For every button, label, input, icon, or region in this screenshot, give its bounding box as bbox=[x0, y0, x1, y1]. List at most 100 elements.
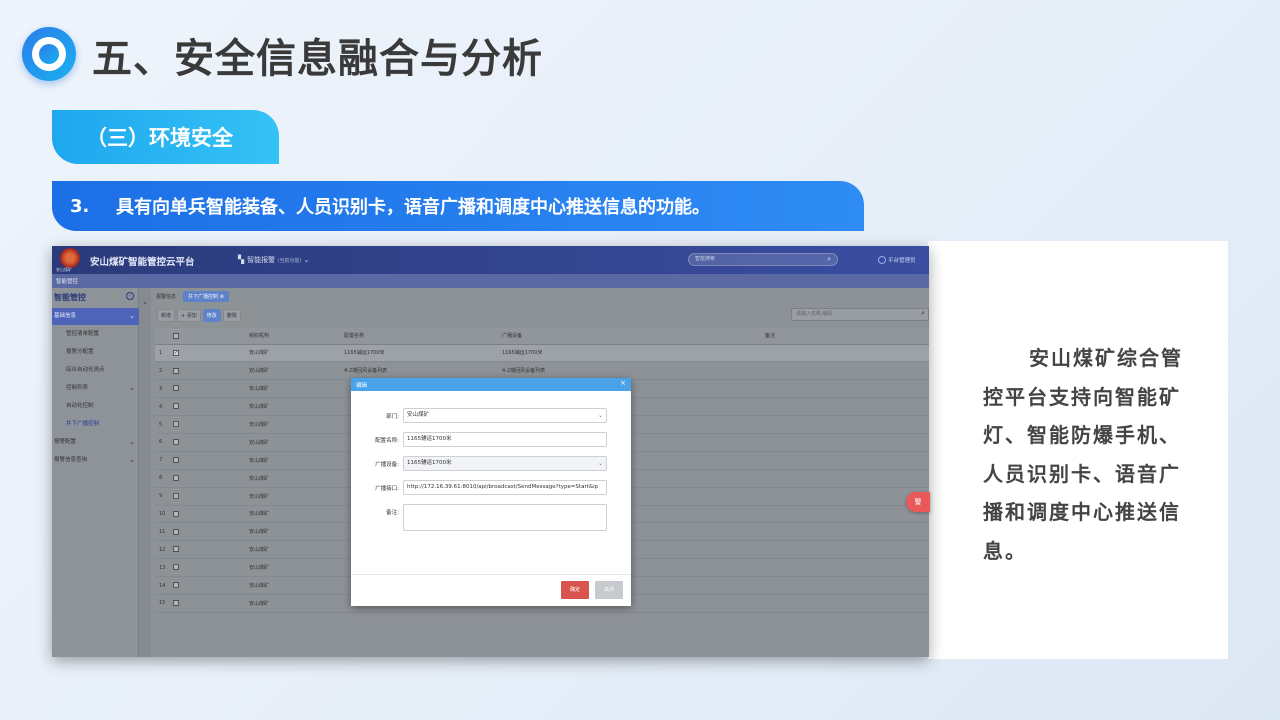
sidebar-item-alarm-query[interactable]: 报警信息查询 ⌄ bbox=[52, 452, 139, 469]
alarm-badge[interactable]: 警 bbox=[906, 492, 930, 512]
cancel-button[interactable]: 关闭 bbox=[595, 581, 623, 599]
row-org: 安山煤矿 bbox=[245, 522, 340, 542]
config-name-input[interactable]: 1165辅运1700米 bbox=[403, 432, 607, 447]
row-checkbox[interactable] bbox=[173, 510, 179, 517]
department-select[interactable]: 安山煤矿 ⌄ bbox=[403, 408, 607, 423]
row-checkbox[interactable] bbox=[173, 403, 179, 410]
row-checkbox[interactable] bbox=[173, 492, 179, 499]
table-search-input[interactable]: 请输入名称,编码 ⌕ bbox=[791, 308, 929, 321]
row-remark bbox=[761, 540, 929, 560]
sidebar-title: 智能管控 bbox=[54, 293, 86, 302]
row-checkbox-cell[interactable]: ✓ bbox=[169, 344, 245, 363]
search-icon[interactable]: ⌕ bbox=[921, 308, 925, 319]
row-checkbox[interactable] bbox=[173, 582, 179, 589]
interface-input[interactable]: http://172.16.39.61:8010/api/broadcast/S… bbox=[403, 480, 607, 495]
refresh-button[interactable]: 新增 bbox=[157, 309, 176, 322]
row-checkbox[interactable] bbox=[173, 421, 179, 428]
sidebar-item-label: 自动化控制 bbox=[66, 403, 94, 409]
close-icon[interactable]: × bbox=[620, 379, 626, 387]
row-checkbox[interactable] bbox=[173, 546, 179, 553]
collapse-icon[interactable]: ‹ bbox=[126, 292, 134, 300]
row-checkbox[interactable] bbox=[173, 385, 179, 392]
row-remark bbox=[761, 522, 929, 542]
tab-broadcast-control[interactable]: 井下广播控制 ⊗ bbox=[183, 291, 229, 302]
sidebar-item-broadcast-control[interactable]: 井下广播控制 bbox=[52, 416, 139, 433]
row-remark bbox=[761, 594, 929, 613]
row-index: 4 bbox=[155, 397, 169, 417]
row-index: 14 bbox=[155, 576, 169, 595]
sidebar-item-alarm-score[interactable]: 报警分配置 bbox=[52, 344, 139, 361]
field-row-config-name: 配置名称: 1165辅运1700米 bbox=[351, 432, 631, 448]
search-icon[interactable]: ⌕ bbox=[827, 254, 831, 265]
edit-button[interactable]: 修改 bbox=[202, 309, 221, 322]
row-checkbox[interactable] bbox=[173, 528, 179, 535]
expand-icon[interactable]: » bbox=[139, 288, 151, 657]
add-button[interactable]: + 添加 bbox=[177, 309, 201, 322]
dialog-header: 编辑 × bbox=[351, 378, 631, 391]
tab-alarm-info[interactable]: 报警信息 bbox=[151, 291, 181, 302]
row-checkbox-cell[interactable] bbox=[169, 433, 245, 452]
select-all-checkbox[interactable] bbox=[173, 332, 179, 339]
user-name: 平台管理员 bbox=[888, 258, 916, 264]
chevron-down-icon: ⌄ bbox=[597, 460, 603, 467]
description-card: 安山煤矿综合管控平台支持向智能矿灯、智能防爆手机、人员识别卡、语音广播和调度中心… bbox=[928, 241, 1228, 659]
user-menu[interactable]: 平台管理员 bbox=[878, 256, 916, 264]
row-checkbox-cell[interactable] bbox=[169, 540, 245, 560]
row-index: 12 bbox=[155, 540, 169, 560]
row-org: 安山煤矿 bbox=[245, 379, 340, 399]
delete-button[interactable]: 删除 bbox=[222, 309, 241, 322]
row-checkbox-cell[interactable] bbox=[169, 469, 245, 488]
row-checkbox[interactable]: ✓ bbox=[173, 349, 179, 356]
module-switcher[interactable]: ▚ 智能报警 (当前功能) ⌄ bbox=[238, 255, 309, 265]
row-checkbox-cell[interactable] bbox=[169, 487, 245, 506]
emblem-caption: 安山煤矿 bbox=[56, 267, 72, 272]
sidebar-item-control-list[interactable]: 控制列表 ⌄ bbox=[52, 380, 139, 397]
row-remark bbox=[761, 576, 929, 595]
row-org: 安山煤矿 bbox=[245, 451, 340, 470]
row-checkbox[interactable] bbox=[173, 474, 179, 481]
row-checkbox[interactable] bbox=[173, 600, 179, 607]
row-checkbox-cell[interactable] bbox=[169, 558, 245, 578]
row-remark bbox=[761, 397, 929, 417]
logo-icon bbox=[22, 27, 76, 81]
sidebar-item-basic[interactable]: 基础信息 ⌄ bbox=[52, 308, 139, 325]
top-search-input[interactable]: 智能搜索 ⌕ bbox=[688, 253, 838, 266]
row-checkbox-cell[interactable] bbox=[169, 576, 245, 595]
item-banner: 3. 具有向单兵智能装备、人员识别卡，语音广播和调度中心推送信息的功能。 bbox=[52, 181, 864, 231]
row-checkbox[interactable] bbox=[173, 564, 179, 571]
col-config-name: 配置名称 bbox=[340, 328, 498, 345]
sidebar-item-auto-control[interactable]: 自动化控制 bbox=[52, 398, 139, 415]
top-search-placeholder: 智能搜索 bbox=[695, 256, 716, 262]
row-device: 1165辅运1700米 bbox=[498, 344, 761, 363]
row-index: 2 bbox=[155, 361, 169, 381]
page-title: 五、安全信息融合与分析 bbox=[92, 36, 543, 82]
row-checkbox-cell[interactable] bbox=[169, 451, 245, 470]
remark-textarea[interactable] bbox=[403, 504, 607, 531]
table-row[interactable]: 1 ✓ 安山煤矿 1165辅运1700米 1165辅运1700米 bbox=[155, 344, 929, 363]
sidebar-item-checklist[interactable]: 管控清单配置 bbox=[52, 326, 139, 343]
row-index: 8 bbox=[155, 469, 169, 488]
row-checkbox-cell[interactable] bbox=[169, 522, 245, 542]
row-remark bbox=[761, 558, 929, 578]
row-checkbox-cell[interactable] bbox=[169, 594, 245, 613]
row-checkbox-cell[interactable] bbox=[169, 505, 245, 524]
sidebar-item-alarm-config[interactable]: 报警配置 ⌄ bbox=[52, 434, 139, 451]
field-value: 1165辅运1700米 bbox=[407, 460, 452, 466]
device-select[interactable]: 1165辅运1700米 ⌄ bbox=[403, 456, 607, 471]
field-row-device: 广播设备: 1165辅运1700米 ⌄ bbox=[351, 456, 631, 472]
row-checkbox-cell[interactable] bbox=[169, 361, 245, 381]
row-checkbox-cell[interactable] bbox=[169, 379, 245, 399]
row-checkbox[interactable] bbox=[173, 439, 179, 446]
row-checkbox-cell[interactable] bbox=[169, 397, 245, 417]
field-row-department: 部门: 安山煤矿 ⌄ bbox=[351, 408, 631, 424]
sidebar-item-automation-points[interactable]: 综合自动化测点 bbox=[52, 362, 139, 379]
row-remark bbox=[761, 344, 929, 363]
confirm-button[interactable]: 确定 bbox=[561, 581, 589, 599]
row-checkbox[interactable] bbox=[173, 367, 179, 374]
user-icon bbox=[878, 256, 886, 264]
row-checkbox[interactable] bbox=[173, 457, 179, 464]
row-checkbox-cell[interactable] bbox=[169, 415, 245, 434]
col-select[interactable] bbox=[169, 328, 245, 345]
field-label: 部门: bbox=[386, 414, 399, 420]
item-number: 3. bbox=[70, 195, 90, 217]
